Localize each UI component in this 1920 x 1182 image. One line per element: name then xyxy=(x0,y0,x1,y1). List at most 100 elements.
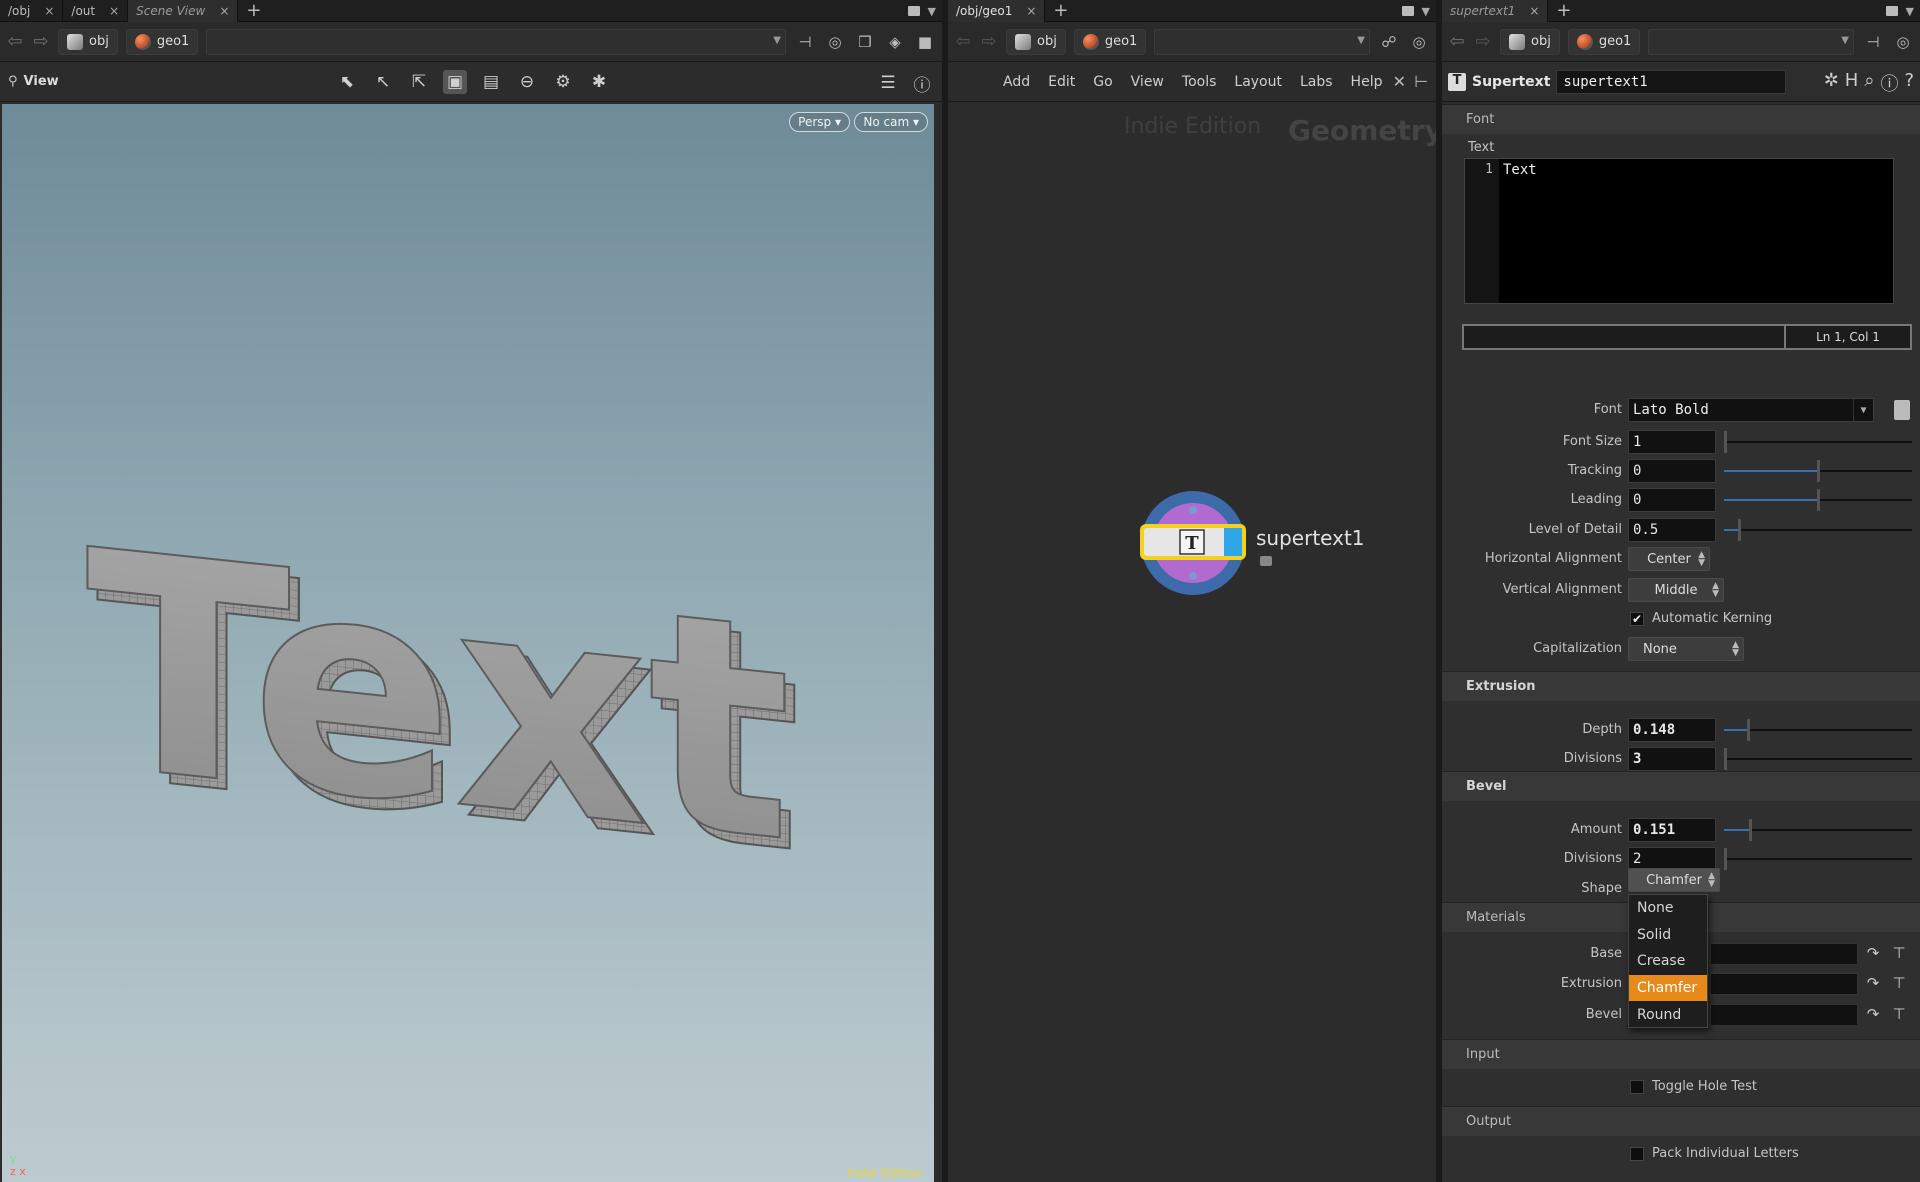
help-icon[interactable]: ⓘ xyxy=(910,71,934,96)
file-browse-icon[interactable] xyxy=(1894,400,1910,420)
display-options-icon[interactable]: ❒ xyxy=(854,31,876,53)
extrusion-divisions-slider[interactable] xyxy=(1724,748,1912,770)
tracking-slider[interactable] xyxy=(1724,460,1912,482)
slider-knob[interactable] xyxy=(1738,519,1741,541)
pin-icon[interactable]: ☍ xyxy=(1378,31,1400,53)
close-icon[interactable]: × xyxy=(109,4,119,18)
select-points-icon[interactable]: ⬉ xyxy=(335,70,359,94)
back-arrow-icon[interactable]: ⇦ xyxy=(954,31,972,52)
maximize-icon[interactable] xyxy=(1885,6,1898,16)
shape-menu[interactable]: Chamfer ▲ ▼ xyxy=(1628,868,1720,892)
viewport[interactable]: Persp ▾ No cam ▾ Text Text y z x Indie E… xyxy=(2,104,934,1182)
breadcrumb-obj[interactable]: obj xyxy=(1500,28,1560,55)
select-groups-icon[interactable]: ▤ xyxy=(479,70,503,94)
menu-help[interactable]: Help xyxy=(1342,74,1392,90)
slider-knob[interactable] xyxy=(1747,719,1750,741)
path-field[interactable]: ▼ xyxy=(1648,28,1854,55)
path-field[interactable]: ▼ xyxy=(206,28,786,55)
link-icon[interactable]: ◎ xyxy=(1892,31,1914,53)
close-icon[interactable]: × xyxy=(219,4,229,18)
breadcrumb-geo[interactable]: geo1 xyxy=(125,28,199,55)
chevron-down-icon[interactable]: ▼ xyxy=(928,5,936,18)
capitalization-menu[interactable]: None ▲ ▼ xyxy=(1628,637,1744,661)
tab-out[interactable]: /out × xyxy=(63,0,129,22)
bevel-divisions-slider[interactable] xyxy=(1724,848,1912,870)
mat-bevel-field[interactable] xyxy=(1710,1004,1858,1026)
shape-option-round[interactable]: Round xyxy=(1629,1001,1707,1028)
menu-edit[interactable]: Edit xyxy=(1039,74,1084,90)
help-icon[interactable]: ? xyxy=(1904,70,1914,96)
back-arrow-icon[interactable]: ⇦ xyxy=(1448,31,1466,52)
depth-field[interactable]: 0.148 xyxy=(1628,718,1716,742)
node-chooser-icon[interactable]: ⊤ xyxy=(1888,944,1910,964)
wrench-icon[interactable]: ✕ xyxy=(1393,72,1406,91)
font-size-field[interactable]: 1 xyxy=(1628,430,1716,454)
chevron-down-icon[interactable]: ▼ xyxy=(1906,5,1914,18)
close-icon[interactable]: × xyxy=(44,4,54,18)
kerning-checkbox[interactable]: ✔ xyxy=(1630,612,1644,626)
gear-icon[interactable]: ✲ xyxy=(1824,70,1839,96)
slider-knob[interactable] xyxy=(1724,431,1727,453)
valign-menu[interactable]: Middle ▲ ▼ xyxy=(1628,578,1724,602)
chevron-down-icon[interactable]: ▼ xyxy=(1841,35,1849,46)
section-bevel[interactable]: Bevel xyxy=(1442,771,1920,801)
select-objects-icon[interactable]: ▣ xyxy=(443,70,467,94)
options-icon[interactable]: ☰ xyxy=(876,71,900,95)
lod-field[interactable]: 0.5 xyxy=(1628,518,1716,542)
viewport-layout-icon[interactable]: ■ xyxy=(914,31,936,53)
mat-extrusion-field[interactable] xyxy=(1710,973,1858,995)
tab-scene-view[interactable]: Scene View × xyxy=(128,0,239,22)
node-name-field[interactable]: supertext1 xyxy=(1556,69,1787,94)
breadcrumb-obj[interactable]: obj xyxy=(58,28,118,55)
supertext-node[interactable]: T xyxy=(1138,488,1248,598)
select-edges-icon[interactable]: ↖ xyxy=(371,70,395,94)
snap-icon[interactable]: ⚙ xyxy=(551,70,575,94)
select-prims-icon[interactable]: ⇱ xyxy=(407,70,431,94)
slider-knob[interactable] xyxy=(1724,848,1727,870)
breadcrumb-geo[interactable]: geo1 xyxy=(1073,28,1147,55)
tracking-field[interactable]: 0 xyxy=(1628,459,1716,483)
camera-menu[interactable]: No cam ▾ xyxy=(854,112,928,132)
node-name-label[interactable]: supertext1 xyxy=(1256,526,1365,550)
pin-icon[interactable]: ⊢ xyxy=(1414,72,1428,91)
pack-letters-checkbox[interactable] xyxy=(1630,1147,1644,1161)
font-size-slider[interactable] xyxy=(1724,431,1912,453)
add-tab-icon[interactable]: + xyxy=(1556,0,1571,22)
no-entry-icon[interactable]: ⊖ xyxy=(515,70,539,94)
node-chooser-icon[interactable]: ⊤ xyxy=(1888,1005,1910,1025)
amount-slider[interactable] xyxy=(1724,819,1912,841)
editor-text[interactable]: Text xyxy=(1503,162,1537,178)
menu-labs[interactable]: Labs xyxy=(1291,74,1342,90)
jump-icon[interactable]: ↷ xyxy=(1862,944,1884,964)
path-field[interactable]: ▼ xyxy=(1154,28,1370,55)
section-input[interactable]: Input xyxy=(1442,1039,1920,1069)
breadcrumb-geo[interactable]: geo1 xyxy=(1567,28,1641,55)
forward-arrow-icon[interactable]: ⇨ xyxy=(1474,31,1492,52)
chevron-down-icon[interactable]: ▼ xyxy=(1853,399,1873,421)
chevron-down-icon[interactable]: ▼ xyxy=(1422,5,1430,18)
info-icon[interactable]: ⓘ xyxy=(1880,70,1898,96)
section-extrusion[interactable]: Extrusion xyxy=(1442,671,1920,701)
link-icon[interactable]: ◎ xyxy=(1408,31,1430,53)
font-field[interactable]: Lato Bold ▼ xyxy=(1628,398,1874,422)
persp-menu[interactable]: Persp ▾ xyxy=(789,112,850,132)
amount-field[interactable]: 0.151 xyxy=(1628,818,1716,842)
forward-arrow-icon[interactable]: ⇨ xyxy=(32,31,50,52)
menu-tools[interactable]: Tools xyxy=(1173,74,1226,90)
extrusion-divisions-field[interactable]: 3 xyxy=(1628,747,1716,771)
leading-field[interactable]: 0 xyxy=(1628,488,1716,512)
depth-slider[interactable] xyxy=(1724,719,1912,741)
node-chooser-icon[interactable]: ⊤ xyxy=(1888,974,1910,994)
shape-option-crease[interactable]: Crease xyxy=(1629,948,1707,975)
jump-icon[interactable]: ↷ xyxy=(1862,1005,1884,1025)
hole-test-checkbox[interactable] xyxy=(1630,1080,1644,1094)
pin-icon[interactable]: ⊣ xyxy=(1862,31,1884,53)
tab-geo1[interactable]: /obj/geo1 × xyxy=(948,0,1046,22)
text-editor[interactable]: 1 Text xyxy=(1464,158,1894,304)
pin-icon[interactable]: ⊣ xyxy=(794,31,816,53)
shape-option-none[interactable]: None xyxy=(1629,895,1707,922)
hscript-icon[interactable]: H xyxy=(1845,70,1859,96)
breadcrumb-obj[interactable]: obj xyxy=(1006,28,1066,55)
lock-icon[interactable] xyxy=(1260,556,1272,566)
tab-obj[interactable]: /obj × xyxy=(0,0,64,22)
